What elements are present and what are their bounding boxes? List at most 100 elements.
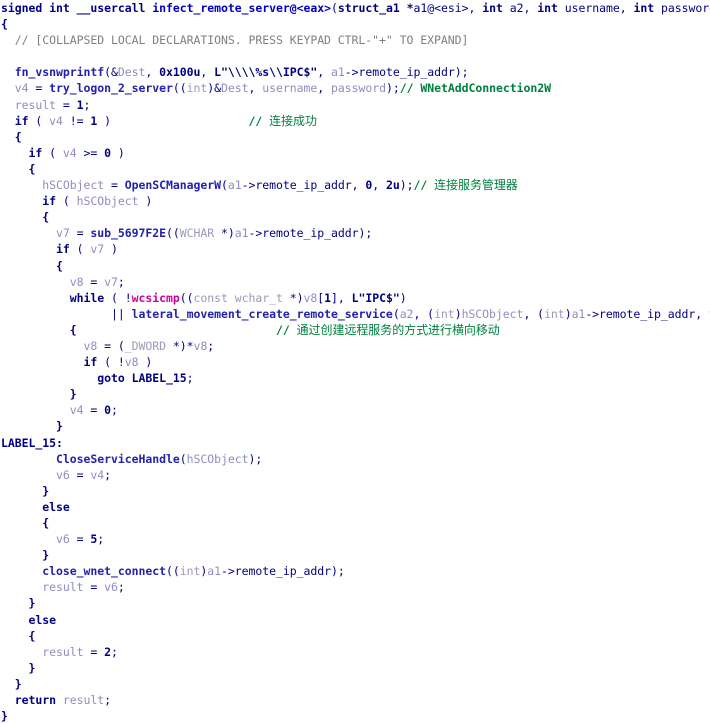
code-line[interactable]: } <box>0 660 710 676</box>
code-line[interactable]: // [COLLAPSED LOCAL DECLARATIONS. PRESS … <box>0 32 710 48</box>
variable-token[interactable]: v8 <box>303 291 317 305</box>
variable-token[interactable]: v4 <box>49 114 63 128</box>
code-line[interactable]: if ( hSCObject ) <box>0 193 710 209</box>
variable-token[interactable]: a1 <box>228 178 242 192</box>
code-line[interactable]: close_wnet_connect((int)a1->remote_ip_ad… <box>0 563 710 579</box>
variable-token[interactable]: username <box>262 81 317 95</box>
pseudocode-view[interactable]: signed int __usercall infect_remote_serv… <box>0 0 710 723</box>
function-call-token[interactable]: fn_vsnwprintf <box>15 65 104 79</box>
code-line[interactable]: v6 = v4; <box>0 467 710 483</box>
variable-token[interactable]: Dest <box>221 81 249 95</box>
code-line[interactable]: { <box>0 628 710 644</box>
goto-label-token[interactable]: LABEL_15: <box>1 436 63 450</box>
function-call-token[interactable]: lateral_movement_create_remote_service <box>132 307 393 321</box>
code-token: ; <box>186 371 194 386</box>
code-line[interactable]: goto LABEL_15; <box>0 370 710 386</box>
variable-token[interactable]: v6 <box>56 532 70 546</box>
variable-token[interactable]: v6 <box>104 580 118 594</box>
code-line[interactable]: } <box>0 676 710 692</box>
function-call-token[interactable]: OpenSCManagerW <box>125 178 221 192</box>
variable-token[interactable]: v4 <box>15 81 29 95</box>
code-line[interactable]: { <box>0 16 710 32</box>
variable-token[interactable]: result <box>42 580 83 594</box>
code-line[interactable]: { // 通过创建远程服务的方式进行横向移动 <box>0 322 710 338</box>
variable-token[interactable]: hSCObject <box>77 194 139 208</box>
code-line[interactable]: if ( v7 ) <box>0 241 710 257</box>
code-line[interactable]: { <box>0 129 710 145</box>
code-token: != <box>62 113 91 128</box>
code-line[interactable]: if ( !v8 ) <box>0 354 710 370</box>
variable-token[interactable]: hSCObject <box>42 178 104 192</box>
variable-token[interactable]: hSCObject <box>462 307 524 321</box>
code-line[interactable]: } <box>0 547 710 563</box>
code-line[interactable]: v4 = 0; <box>0 402 710 418</box>
variable-token[interactable]: v8 <box>83 339 97 353</box>
code-line[interactable]: { <box>0 515 710 531</box>
code-line[interactable]: { <box>0 161 710 177</box>
variable-token[interactable]: v8 <box>125 355 139 369</box>
variable-token[interactable]: v7 <box>104 275 118 289</box>
function-call-token[interactable]: try_logon_2_server <box>49 81 173 95</box>
code-line[interactable]: } <box>0 595 710 611</box>
function-call-token[interactable]: close_wnet_connect <box>42 564 166 578</box>
variable-token[interactable]: v7 <box>90 242 104 256</box>
variable-token[interactable]: v8 <box>193 339 207 353</box>
code-line[interactable]: else <box>0 499 710 515</box>
code-line[interactable]: if ( v4 != 1 ) // 连接成功 <box>0 113 710 129</box>
code-line[interactable]: v8 = (_DWORD *)*v8; <box>0 338 710 354</box>
variable-token[interactable]: password <box>331 81 386 95</box>
code-line[interactable]: { <box>0 258 710 274</box>
variable-token[interactable]: v4 <box>90 468 104 482</box>
code-line[interactable]: v8 = v7; <box>0 274 710 290</box>
code-token: ) <box>564 306 572 321</box>
code-line[interactable]: return result; <box>0 692 710 708</box>
code-line[interactable]: v6 = 5; <box>0 531 710 547</box>
type-token: const wchar_t <box>193 290 283 305</box>
variable-token[interactable]: result <box>15 98 56 112</box>
variable-token[interactable]: v8 <box>70 275 84 289</box>
variable-token[interactable]: result <box>63 693 104 707</box>
variable-token[interactable]: a2 <box>400 307 414 321</box>
highlighted-token[interactable]: wcsicmp <box>132 291 180 305</box>
code-line[interactable]: if ( v4 >= 0 ) <box>0 145 710 161</box>
code-line[interactable]: } <box>0 386 710 402</box>
variable-token[interactable]: a1 <box>331 65 345 79</box>
goto-label-token[interactable]: LABEL_15 <box>132 371 187 385</box>
code-line[interactable]: } <box>0 418 710 434</box>
variable-token[interactable]: v4 <box>63 146 77 160</box>
code-line[interactable]: result = 1; <box>0 97 710 113</box>
code-line[interactable]: hSCObject = OpenSCManagerW(a1->remote_ip… <box>0 177 710 193</box>
function-name-token[interactable]: infect_remote_server@<eax> <box>152 1 331 15</box>
code-line[interactable]: { <box>0 209 710 225</box>
code-line[interactable]: v7 = sub_5697F2E((WCHAR *)a1->remote_ip_… <box>0 225 710 241</box>
variable-token[interactable]: a1 <box>235 226 249 240</box>
number-literal-token: 2 <box>104 644 111 659</box>
keyword-token: int <box>633 1 661 15</box>
variable-token[interactable]: a1 <box>572 307 586 321</box>
code-token: ( <box>28 113 50 128</box>
variable-token[interactable]: v6 <box>56 468 70 482</box>
code-line[interactable]: } <box>0 708 710 724</box>
code-line[interactable]: else <box>0 612 710 628</box>
code-line[interactable]: v4 = try_logon_2_server((int)&Dest, user… <box>0 80 710 96</box>
code-line[interactable]: || lateral_movement_create_remote_servic… <box>0 306 710 322</box>
variable-token[interactable]: v7 <box>56 226 70 240</box>
variable-token[interactable]: result <box>42 645 83 659</box>
code-line[interactable]: fn_vsnwprintf(&Dest, 0x100u, L"\\\\%s\\I… <box>0 64 710 80</box>
code-token: ); <box>399 178 414 193</box>
code-line[interactable]: } <box>0 483 710 499</box>
code-line[interactable]: while ( !wcsicmp((const wchar_t *)v8[1],… <box>0 290 710 306</box>
variable-token[interactable]: hSCObject <box>187 452 249 466</box>
code-line[interactable]: CloseServiceHandle(hSCObject); <box>0 451 710 467</box>
code-line[interactable]: result = 2; <box>0 644 710 660</box>
function-call-token[interactable]: sub_5697F2E <box>90 226 166 240</box>
variable-token[interactable]: v4 <box>70 403 84 417</box>
variable-token[interactable]: a1 <box>207 564 221 578</box>
code-token: || <box>110 306 132 321</box>
function-call-token[interactable]: CloseServiceHandle <box>56 452 180 466</box>
variable-token[interactable]: Dest <box>118 65 146 79</box>
code-line[interactable]: result = v6; <box>0 579 710 595</box>
code-line[interactable]: signed int __usercall infect_remote_serv… <box>0 0 710 16</box>
code-line[interactable]: LABEL_15: <box>0 435 710 451</box>
